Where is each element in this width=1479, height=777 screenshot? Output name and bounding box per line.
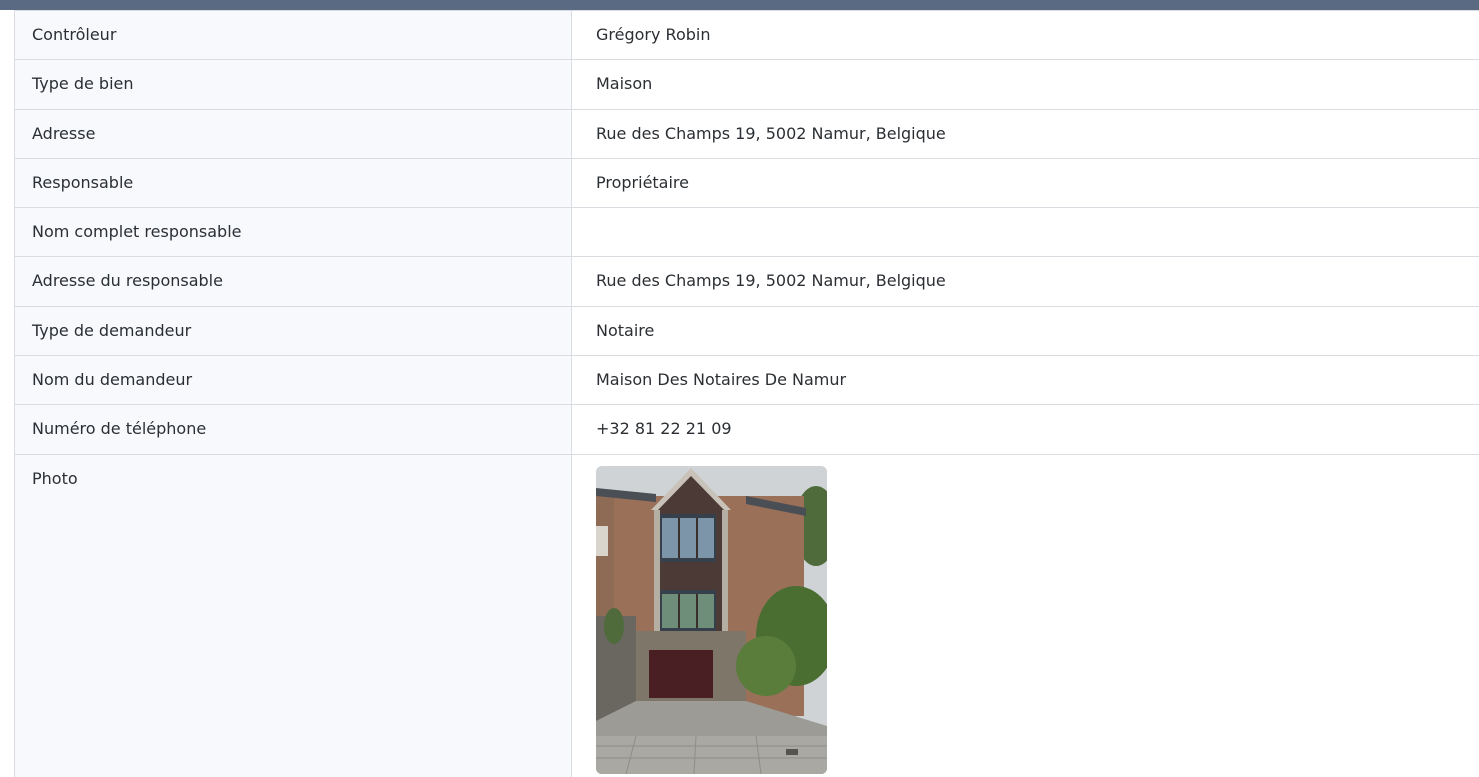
row-value: Propriétaire [596, 172, 689, 192]
house-photo-icon [596, 465, 827, 774]
table-row-numero-de-telephone: Numéro de téléphone +32 81 22 21 09 [15, 405, 1479, 455]
row-value [572, 208, 1479, 256]
row-label: Adresse [15, 109, 572, 158]
table-row-controleur: Contrôleur Grégory Robin [15, 11, 1479, 61]
details-table: Contrôleur Grégory Robin Type de bien Ma… [14, 10, 1479, 777]
row-value: +32 81 22 21 09 [596, 419, 732, 439]
row-value: Rue des Champs 19, 5002 Namur, Belgique [596, 123, 946, 143]
table-row-photo: Photo [15, 454, 1479, 777]
row-value: Rue des Champs 19, 5002 Namur, Belgique [596, 271, 946, 291]
table-row-type-de-demandeur: Type de demandeur Notaire [15, 306, 1479, 357]
row-label: Adresse du responsable [15, 257, 572, 306]
table-row-adresse-du-responsable: Adresse du responsable Rue des Champs 19… [15, 257, 1479, 307]
row-value: Notaire [596, 320, 655, 340]
table-row-type-de-bien: Type de bien Maison [15, 60, 1479, 110]
header-bar [0, 0, 1479, 10]
table-row-responsable: Responsable Propriétaire [15, 158, 1479, 209]
table-row-adresse: Adresse Rue des Champs 19, 5002 Namur, B… [15, 109, 1479, 159]
house-photo[interactable] [596, 465, 827, 774]
row-value: Maison Des Notaires De Namur [596, 370, 847, 390]
row-label: Photo [15, 454, 572, 777]
row-value [572, 455, 1479, 777]
table-row-nom-du-demandeur: Nom du demandeur Maison Des Notaires De … [15, 356, 1479, 406]
row-value: Grégory Robin [596, 25, 711, 44]
row-label: Nom du demandeur [15, 356, 572, 405]
row-label: Numéro de téléphone [15, 405, 572, 454]
row-value: Maison [596, 74, 653, 94]
row-label: Responsable [15, 158, 572, 208]
table-row-nom-complet-responsable: Nom complet responsable [15, 208, 1479, 258]
row-label: Nom complet responsable [15, 208, 572, 257]
row-label: Type de bien [15, 60, 572, 109]
row-label: Type de demandeur [15, 306, 572, 356]
row-label: Contrôleur [15, 11, 572, 60]
